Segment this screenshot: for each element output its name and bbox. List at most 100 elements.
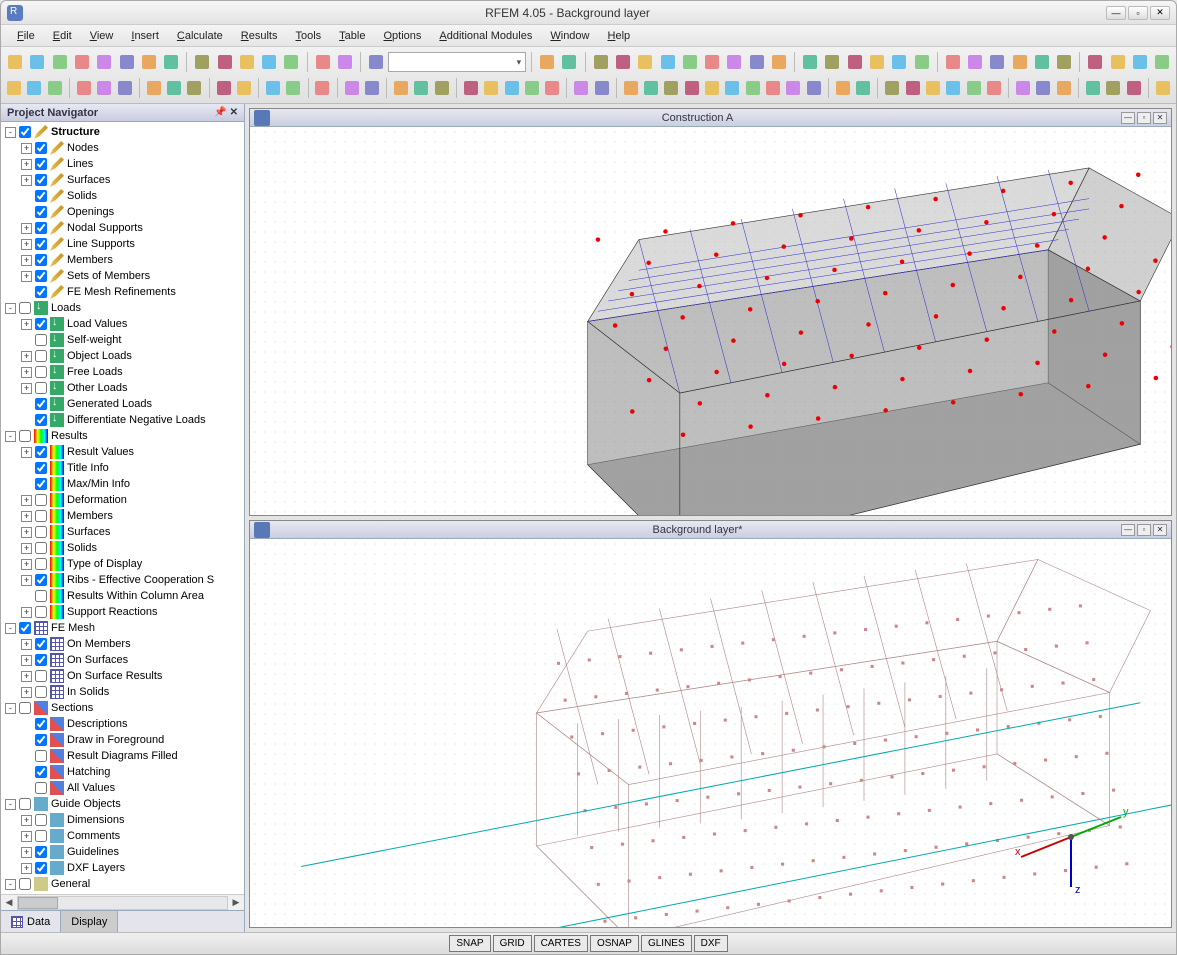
expand-icon[interactable]: + — [21, 271, 32, 282]
expand-icon[interactable]: + — [21, 223, 32, 234]
toolbar-grid-button[interactable] — [335, 51, 355, 73]
tree-checkbox[interactable] — [19, 430, 31, 442]
tree-item-guide-objects[interactable]: -Guide Objects — [1, 796, 244, 812]
toolbar-layer-button[interactable] — [1054, 51, 1074, 73]
horizontal-scrollbar[interactable]: ◀▶ — [1, 894, 244, 910]
toolbar-tool2-button[interactable] — [259, 51, 279, 73]
status-snap[interactable]: SNAP — [449, 935, 490, 952]
tree-item-object-loads[interactable]: +Object Loads — [1, 348, 244, 364]
tree-checkbox[interactable] — [35, 190, 47, 202]
expand-icon[interactable]: + — [21, 143, 32, 154]
toolbar-view2-button[interactable] — [642, 77, 660, 99]
tree-item-line-supports[interactable]: +Line Supports — [1, 236, 244, 252]
view-close-button[interactable]: ✕ — [1153, 524, 1167, 536]
toolbar-graph-button[interactable] — [1154, 77, 1172, 99]
toolbar-hand-button[interactable] — [613, 51, 633, 73]
tree-checkbox[interactable] — [35, 334, 47, 346]
tree-checkbox[interactable] — [35, 718, 47, 730]
tree-checkbox[interactable] — [35, 558, 47, 570]
tree-item-guidelines[interactable]: +Guidelines — [1, 844, 244, 860]
tree-item-differentiate-negative-loads[interactable]: Differentiate Negative Loads — [1, 412, 244, 428]
tree-item-sets-of-members[interactable]: +Sets of Members — [1, 268, 244, 284]
toolbar-sup2-button[interactable] — [412, 77, 430, 99]
toolbar-hole-button[interactable] — [284, 77, 302, 99]
toolbar-zoom4-button[interactable] — [944, 77, 962, 99]
toolbar-cursor-button[interactable] — [1009, 51, 1029, 73]
toolbar-zoom2-button[interactable] — [904, 77, 922, 99]
expand-icon[interactable]: + — [21, 655, 32, 666]
expand-icon[interactable]: - — [5, 703, 16, 714]
tree-checkbox[interactable] — [35, 478, 47, 490]
tree-item-generated-loads[interactable]: Generated Loads — [1, 396, 244, 412]
tree-checkbox[interactable] — [19, 878, 31, 890]
tree-item-ribs-effective-cooperation-s[interactable]: +Ribs - Effective Cooperation S — [1, 572, 244, 588]
tree-item-general[interactable]: -General — [1, 876, 244, 892]
menu-tools[interactable]: Tools — [287, 27, 329, 45]
tree-checkbox[interactable] — [35, 606, 47, 618]
expand-icon[interactable]: - — [5, 879, 16, 890]
close-button[interactable]: ✕ — [1150, 6, 1170, 20]
tree-item-lines[interactable]: +Lines — [1, 156, 244, 172]
toolbar-axis-button[interactable] — [987, 51, 1007, 73]
tree-item-support-reactions[interactable]: +Support Reactions — [1, 604, 244, 620]
toolbar-excel-button[interactable] — [1107, 51, 1127, 73]
toolbar-view9-button[interactable] — [784, 77, 802, 99]
tree-item-result-diagrams-filled[interactable]: Result Diagrams Filled — [1, 748, 244, 764]
tree-checkbox[interactable] — [35, 414, 47, 426]
toolbar-view8-button[interactable] — [764, 77, 782, 99]
tree-checkbox[interactable] — [35, 542, 47, 554]
minimize-button[interactable]: — — [1106, 6, 1126, 20]
tree-item-nodal-supports[interactable]: +Nodal Supports — [1, 220, 244, 236]
toolbar-selw-button[interactable] — [25, 77, 43, 99]
tree-item-solids[interactable]: Solids — [1, 188, 244, 204]
toolbar-grp3-button[interactable] — [1055, 77, 1073, 99]
toolbar-cube-button[interactable] — [313, 77, 331, 99]
pin-icon[interactable]: 📌 — [214, 107, 226, 118]
tree-item-results[interactable]: -Results — [1, 428, 244, 444]
toolbar-render1-button[interactable] — [834, 77, 852, 99]
toolbar-sup1-button[interactable] — [392, 77, 410, 99]
tree-item-results-within-column-area[interactable]: Results Within Column Area — [1, 588, 244, 604]
tree-checkbox[interactable] — [35, 814, 47, 826]
tree-item-surfaces[interactable]: +Surfaces — [1, 524, 244, 540]
tree-checkbox[interactable] — [35, 494, 47, 506]
expand-icon[interactable]: + — [21, 847, 32, 858]
toolbar-measure-button[interactable] — [943, 51, 963, 73]
toolbar-prev-button[interactable] — [537, 51, 557, 73]
toolbar-calc5-button[interactable] — [889, 51, 909, 73]
toolbar-saveall-button[interactable] — [72, 51, 92, 73]
toolbar-beam2-button[interactable] — [165, 77, 183, 99]
tab-data[interactable]: Data — [1, 911, 61, 932]
toolbar-mesh-button[interactable] — [342, 77, 360, 99]
expand-icon[interactable]: + — [21, 671, 32, 682]
tree-item-surfaces[interactable]: +Surfaces — [1, 172, 244, 188]
toolbar-zoom5-button[interactable] — [965, 77, 983, 99]
toolbar-calc4-button[interactable] — [867, 51, 887, 73]
tree-item-draw-in-foreground[interactable]: Draw in Foreground — [1, 732, 244, 748]
tree-checkbox[interactable] — [35, 574, 47, 586]
toolbar-render2-button[interactable] — [854, 77, 872, 99]
tree-checkbox[interactable] — [35, 254, 47, 266]
toolbar-calc3-button[interactable] — [845, 51, 865, 73]
tree-checkbox[interactable] — [19, 302, 31, 314]
toolbar-view3d-button[interactable] — [769, 51, 789, 73]
tree-checkbox[interactable] — [35, 350, 47, 362]
tree-checkbox[interactable] — [35, 366, 47, 378]
tree-checkbox[interactable] — [35, 830, 47, 842]
tree-checkbox[interactable] — [35, 222, 47, 234]
toolbar-view4-button[interactable] — [683, 77, 701, 99]
view-minimize-button[interactable]: — — [1121, 112, 1135, 124]
toolbar-paste-button[interactable] — [161, 51, 181, 73]
menu-results[interactable]: Results — [233, 27, 286, 45]
tree-item-free-loads[interactable]: +Free Loads — [1, 364, 244, 380]
menu-insert[interactable]: Insert — [123, 27, 167, 45]
tree-item-result-values[interactable]: +Result Values — [1, 444, 244, 460]
tree-item-deformation[interactable]: +Deformation — [1, 492, 244, 508]
toolbar-res1-button[interactable] — [1084, 77, 1102, 99]
tree-checkbox[interactable] — [35, 174, 47, 186]
expand-icon[interactable]: + — [21, 495, 32, 506]
tree-checkbox[interactable] — [35, 734, 47, 746]
toolbar-rotate-button[interactable] — [635, 51, 655, 73]
status-glines[interactable]: GLINES — [641, 935, 692, 952]
tree-checkbox[interactable] — [35, 846, 47, 858]
